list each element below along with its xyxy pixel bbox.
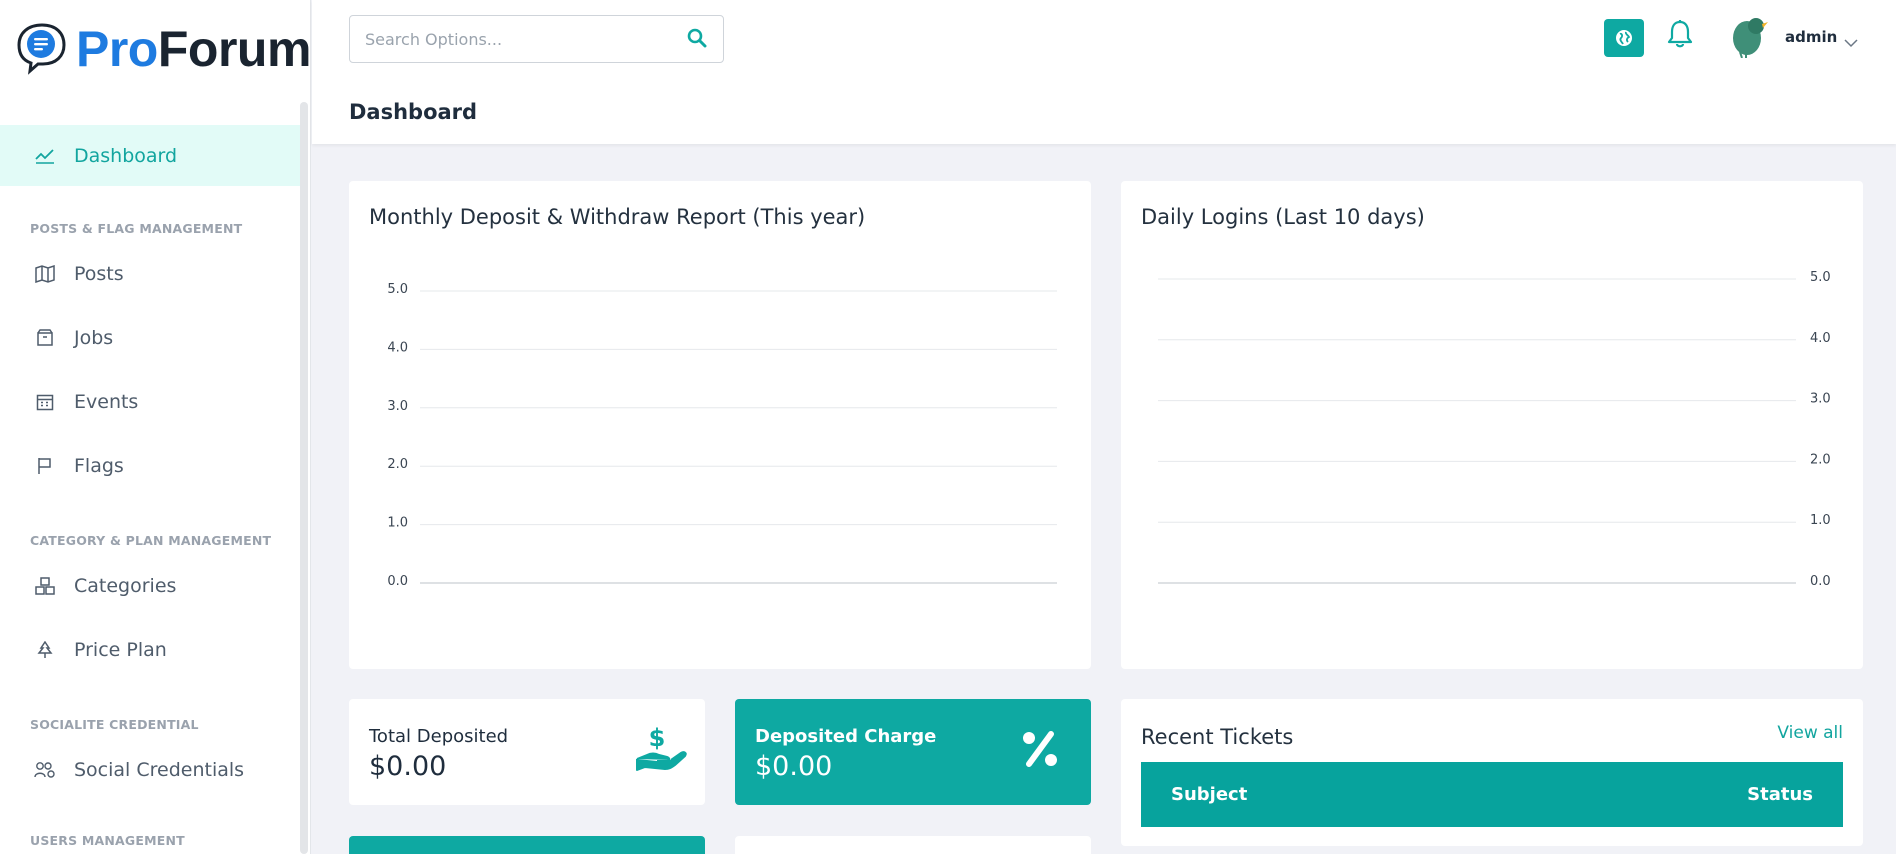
boxes-icon: [34, 575, 56, 597]
calendar-icon: [34, 391, 56, 413]
sidebar-item-label: Categories: [74, 575, 177, 597]
notifications-button[interactable]: [1667, 19, 1693, 53]
stat-label: Total Deposited: [369, 726, 509, 747]
sidebar-item-label: Posts: [74, 263, 124, 285]
sidebar-item-label: Dashboard: [74, 144, 178, 167]
deposited-charge-card: Deposited Charge $0.00: [735, 699, 1091, 805]
map-icon: [34, 263, 56, 285]
users-gear-icon: [34, 759, 56, 781]
deposit-chart-card: Monthly Deposit & Withdraw Report (This …: [349, 181, 1091, 669]
svg-text:$: $: [649, 724, 666, 752]
deposit-chart: 0.0 1.0 2.0 3.0 4.0 5.0: [387, 282, 1057, 589]
y-tick-label: 1.0: [1810, 513, 1831, 528]
sidebar-scrollbar[interactable]: [300, 102, 308, 854]
sidebar-item-label: Events: [74, 391, 139, 413]
logo-forum: Forum: [157, 21, 312, 77]
hand-dollar-icon: $: [635, 723, 687, 779]
percent-icon: [1020, 729, 1060, 773]
logins-chart-card: Daily Logins (Last 10 days) 0.0 1.0 2.0 3.0…: [1121, 181, 1863, 669]
top-header: admin Dashboard: [312, 0, 1896, 144]
y-tick-label: 4.0: [387, 340, 408, 355]
sidebar-item-jobs[interactable]: Jobs: [0, 306, 300, 370]
search-icon[interactable]: [687, 28, 707, 52]
box-icon: [34, 327, 56, 349]
chevron-down-icon[interactable]: [1844, 33, 1858, 52]
sidebar-item-label: Jobs: [74, 327, 114, 349]
y-tick-label: 3.0: [1810, 392, 1831, 407]
sidebar-item-events[interactable]: Events: [0, 370, 300, 434]
y-tick-label: 5.0: [387, 282, 408, 297]
bell-icon: [1667, 20, 1693, 48]
section-socialite: SOCIALITE CREDENTIAL: [30, 717, 199, 732]
sidebar: ProForum Dashboard POSTS & FLAG MANAGEME…: [0, 0, 311, 854]
trend-icon: [34, 145, 56, 167]
chat-bubble-icon: [17, 23, 66, 75]
search-input[interactable]: [350, 29, 670, 49]
total-deposited-card: Total Deposited $0.00 $: [349, 699, 705, 805]
user-name[interactable]: admin: [1785, 28, 1837, 46]
y-tick-label: 3.0: [387, 399, 408, 414]
y-tick-label: 5.0: [1810, 270, 1831, 285]
sidebar-nav: Dashboard POSTS & FLAG MANAGEMENT Posts …: [0, 125, 300, 854]
stat-value: $0.00: [755, 751, 833, 782]
sidebar-item-flags[interactable]: Flags: [0, 434, 300, 498]
sidebar-item-dashboard[interactable]: Dashboard: [0, 125, 300, 186]
logo-text: ProForum: [76, 18, 311, 80]
language-button[interactable]: [1604, 19, 1644, 57]
y-tick-label: 2.0: [387, 457, 408, 472]
avatar[interactable]: [1730, 16, 1768, 59]
stat-label: Deposited Charge: [755, 726, 937, 747]
y-tick-label: 4.0: [1810, 331, 1831, 346]
recent-tickets-card: Recent Tickets View all Subject Status: [1121, 699, 1863, 846]
logins-chart: 0.0 1.0 2.0 3.0 4.0 5.0: [1158, 270, 1831, 589]
stat-card-partial-1: [349, 836, 705, 854]
section-posts-flag: POSTS & FLAG MANAGEMENT: [30, 221, 243, 236]
tree-icon: [34, 639, 56, 661]
y-tick-label: 1.0: [387, 516, 408, 531]
column-header-subject[interactable]: Subject: [1171, 784, 1247, 805]
sidebar-item-price-plan[interactable]: Price Plan: [0, 618, 300, 682]
sidebar-item-label: Social Credentials: [74, 759, 245, 781]
sidebar-item-posts[interactable]: Posts: [0, 242, 300, 306]
stat-card-partial-2: [735, 836, 1091, 854]
section-users: USERS MANAGEMENT: [30, 833, 185, 848]
logo[interactable]: ProForum: [12, 18, 311, 80]
search-box: [349, 15, 724, 63]
view-all-link[interactable]: View all: [1777, 723, 1843, 743]
recent-tickets-title: Recent Tickets: [1141, 725, 1294, 749]
sidebar-item-categories[interactable]: Categories: [0, 554, 300, 618]
flag-icon: [34, 455, 56, 477]
stat-value: $0.00: [369, 751, 447, 782]
logo-pro: Pro: [76, 21, 158, 77]
page-title: Dashboard: [349, 100, 478, 124]
sidebar-item-social-credentials[interactable]: Social Credentials: [0, 738, 300, 802]
tickets-table-header: Subject Status: [1141, 762, 1843, 827]
column-header-status[interactable]: Status: [1747, 784, 1813, 805]
sidebar-item-label: Flags: [74, 455, 124, 477]
globe-icon: [1616, 30, 1632, 46]
y-tick-label: 0.0: [387, 574, 408, 589]
y-tick-label: 2.0: [1810, 452, 1831, 467]
sidebar-item-label: Price Plan: [74, 639, 167, 661]
section-category-plan: CATEGORY & PLAN MANAGEMENT: [30, 533, 272, 548]
y-tick-label: 0.0: [1810, 574, 1831, 589]
